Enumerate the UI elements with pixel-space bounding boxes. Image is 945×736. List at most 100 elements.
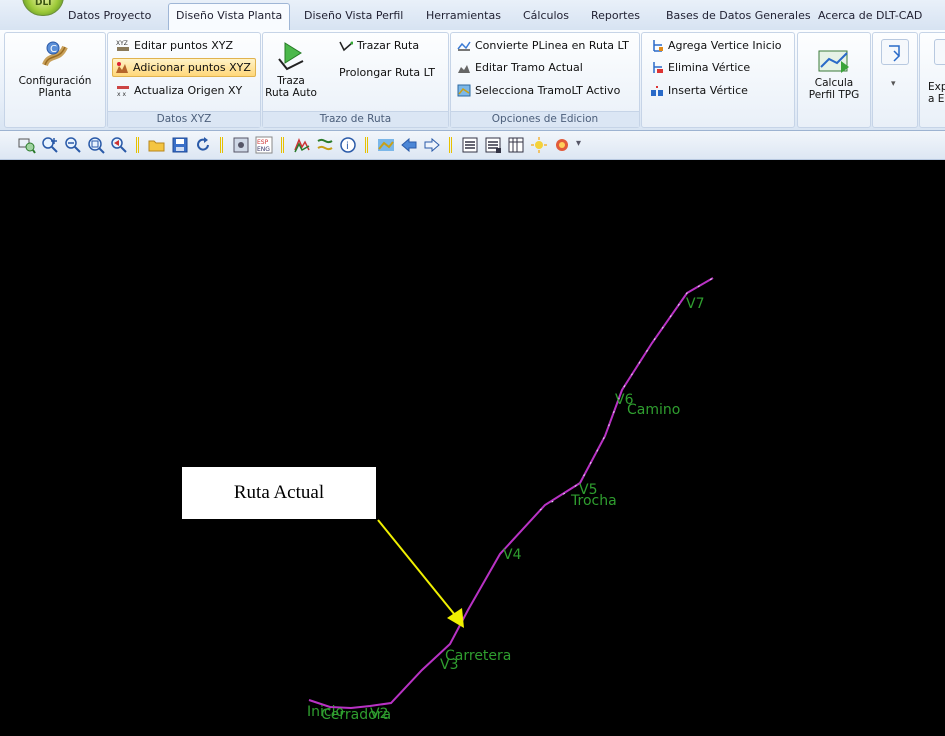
configuracion-label-1: Configuración [18,75,92,87]
inserta-vertice-button[interactable]: Inserta Vértice [648,81,752,100]
ribbon-panel: C Configuración Planta XYZ Editar puntos … [0,30,945,131]
elimina-vertice-button[interactable]: Elimina Vértice [648,58,754,77]
selecciona-tramo-button[interactable]: Selecciona TramoLT Activo [455,81,624,100]
save-icon[interactable] [171,136,189,154]
settings-route-icon: C [39,39,71,71]
extra-tool-button[interactable] [881,39,909,65]
toolbar-separator [136,137,139,153]
prolongar-ruta-label: Prolongar Ruta LT [339,66,435,79]
actualiza-origen-xy-button[interactable]: x x Actualiza Origen XY [114,81,246,100]
calcula-perfil-tpg-button[interactable]: Calcula Perfil TPG [800,45,868,101]
editar-tramo-label: Editar Tramo Actual [475,61,583,74]
zoom-in-icon[interactable] [41,136,59,154]
flag-icon[interactable] [553,136,571,154]
calcula-perfil-label-1: Calcula [814,77,854,89]
route-icon[interactable] [377,136,395,154]
traza-ruta-auto-button[interactable]: Traza Ruta Auto [265,39,317,99]
language-icon[interactable]: ESP ENG [255,136,273,154]
edit-segment-icon [457,61,471,74]
selecciona-tramo-label: Selecciona TramoLT Activo [475,84,621,97]
editar-puntos-xyz-button[interactable]: XYZ Editar puntos XYZ [114,36,237,55]
group-perfil: Calcula Perfil TPG [797,32,871,128]
tab-diseno-vista-planta[interactable]: Diseño Vista Planta [168,3,291,30]
route-line-icon [339,39,354,52]
trazar-ruta-label: Trazar Ruta [357,39,420,52]
chevron-down-icon[interactable]: ▾ [891,79,896,89]
traza-label-2: Ruta Auto [265,87,317,99]
vertex-label-v7: V7 [686,296,705,312]
adicionar-puntos-xyz-button[interactable]: Adicionar puntos XYZ [112,58,256,77]
svg-text:x x: x x [117,91,126,97]
curves-icon[interactable] [316,136,334,154]
dropdown-icon[interactable]: ▾ [576,138,586,156]
datos-xyz-group-label: Datos XYZ [108,111,260,127]
group-opciones-edicion: Convierte PLinea en Ruta LT Editar Tramo… [450,32,640,128]
toolbar-separator [365,137,368,153]
inserta-vertice-label: Inserta Vértice [668,84,748,97]
tab-herramientas[interactable]: Herramientas [426,4,501,28]
xyz-add-icon [115,61,129,74]
traza-label-1: Traza [277,75,305,87]
vertex-label-v2: V2 [370,706,389,722]
zoom-previous-icon[interactable] [110,136,128,154]
convierte-plinea-label: Convierte PLinea en Ruta LT [475,39,629,52]
auto-route-icon [275,39,307,71]
arrow-right-icon[interactable] [423,136,441,154]
zoom-extents-icon[interactable] [87,136,105,154]
tab-bases-datos-generales[interactable]: Bases de Datos Generales [666,4,811,28]
group-datos-xyz: XYZ Editar puntos XYZ Adicionar puntos XY… [107,32,261,128]
tab-datos-proyecto[interactable]: Datos Proyecto [68,4,151,28]
info-icon[interactable]: i [339,136,357,154]
settings-icon[interactable] [232,136,250,154]
refresh-icon[interactable] [194,136,212,154]
export-button[interactable]: Exp a E [928,81,945,105]
tab-diseno-vista-perfil[interactable]: Diseño Vista Perfil [304,4,403,28]
editar-tramo-button[interactable]: Editar Tramo Actual [455,58,587,77]
agrega-vertice-label: Agrega Vertice Inicio [668,39,782,52]
agrega-vertice-inicio-button[interactable]: Agrega Vertice Inicio [648,36,786,55]
trazar-ruta-button[interactable]: Trazar Ruta [337,36,423,55]
open-folder-icon[interactable] [148,136,166,154]
svg-text:ESP: ESP [257,139,269,146]
zoom-out-icon[interactable] [64,136,82,154]
svg-text:i: i [346,141,349,152]
list-icon[interactable] [461,136,479,154]
convert-polyline-icon [457,39,471,52]
editar-puntos-xyz-label: Editar puntos XYZ [134,39,234,52]
light-icon[interactable] [530,136,548,154]
adicionar-puntos-xyz-label: Adicionar puntos XYZ [133,61,251,74]
convierte-plinea-button[interactable]: Convierte PLinea en Ruta LT [455,36,633,55]
app-menu-button[interactable]: DLT [22,0,64,16]
svg-text:ENG: ENG [257,146,270,153]
table-icon[interactable] [507,136,525,154]
quick-toolbar: ESP ENG i ▾ [0,131,945,160]
prolongar-ruta-button[interactable]: Prolongar Ruta LT [337,63,439,82]
profile-chart-icon [817,45,851,73]
group-extra: ▾ [872,32,918,128]
zoom-window-icon[interactable] [18,136,36,154]
tab-reportes[interactable]: Reportes [591,4,640,28]
configuracion-planta-button[interactable]: C Configuración Planta [11,39,99,99]
actualiza-origen-xy-label: Actualiza Origen XY [134,84,243,97]
group-configuracion: C Configuración Planta [4,32,106,128]
group-vertices: Agrega Vertice Inicio Elimina Vértice In… [641,32,795,128]
export-label-2: a E [928,93,945,105]
calcula-perfil-label-2: Perfil TPG [808,89,860,101]
svg-text:XYZ: XYZ [116,40,128,47]
callout-arrow-head [447,608,464,628]
origin-update-icon: x x [116,84,130,98]
tab-acerca-de[interactable]: Acerca de DLT-CAD [818,4,922,28]
add-vertex-icon [650,39,664,52]
toolbar-separator [449,137,452,153]
layers-icon[interactable] [293,136,311,154]
xyz-edit-icon: XYZ [116,39,130,52]
group-trazo-ruta: Traza Ruta Auto Trazar Ruta Prolongar Ru… [262,32,449,128]
select-segment-icon [457,84,471,97]
configuracion-label-2: Planta [38,87,72,99]
group-export: Exp a E [919,32,945,128]
cad-drawing-area[interactable]: Ruta Actual V7 V6 Camino V5 Trocha V4 Ca… [0,160,945,736]
export-label-1: Exp [928,81,945,93]
tab-calculos[interactable]: Cálculos [523,4,569,28]
list-alt-icon[interactable] [484,136,502,154]
arrow-left-icon[interactable] [400,136,418,154]
